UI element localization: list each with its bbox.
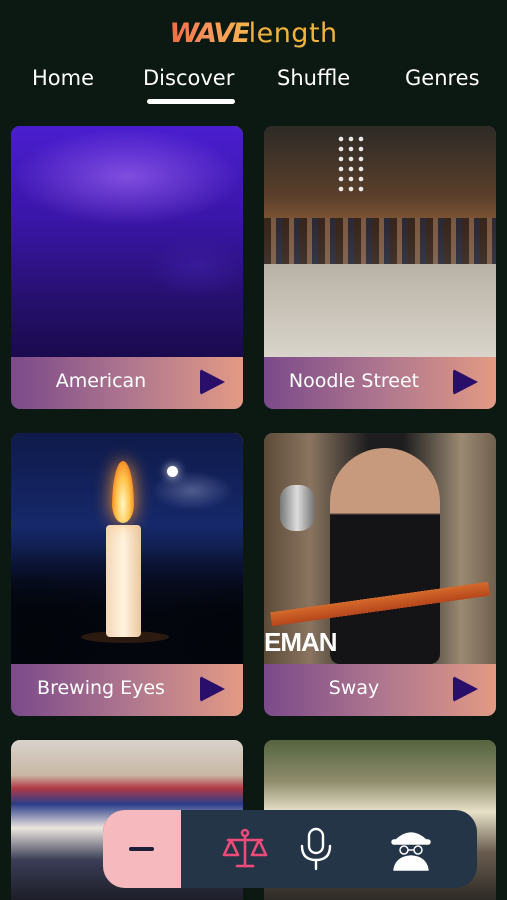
minus-button[interactable] xyxy=(103,810,181,888)
spy-icon[interactable] xyxy=(386,824,436,874)
card-thumbnail: EMAN xyxy=(264,433,496,664)
play-icon[interactable] xyxy=(453,369,478,395)
tab-home[interactable]: Home xyxy=(32,66,94,90)
app-logo: WAVElength xyxy=(0,18,507,49)
card-thumbnail xyxy=(264,126,496,357)
logo-length-text: length xyxy=(248,18,338,49)
bottom-action-bar xyxy=(103,810,477,888)
card-caption: Noodle Street xyxy=(264,357,496,409)
candle xyxy=(106,525,141,637)
card-title: Brewing Eyes xyxy=(37,677,165,699)
guitarist xyxy=(330,448,440,664)
play-icon[interactable] xyxy=(200,369,225,395)
card-caption: American xyxy=(11,357,243,409)
tab-genres[interactable]: Genres xyxy=(405,66,480,90)
card-caption: Sway xyxy=(264,664,496,716)
card-caption: Brewing Eyes xyxy=(11,664,243,716)
logo-wave-text: WAVE xyxy=(169,18,250,49)
song-card-brewing-eyes[interactable]: Brewing Eyes xyxy=(11,433,243,716)
candle-flame xyxy=(112,461,134,523)
card-title: Noodle Street xyxy=(288,370,420,392)
card-title: American xyxy=(55,370,147,392)
thumbnail-overlay-text: EMAN xyxy=(264,627,338,657)
card-thumbnail xyxy=(11,433,243,664)
moon xyxy=(167,466,178,477)
street-crowd xyxy=(264,218,496,264)
studio-microphone xyxy=(280,485,314,531)
active-tab-indicator xyxy=(147,99,235,104)
card-thumbnail xyxy=(11,126,243,357)
song-card-noodle-street[interactable]: Noodle Street xyxy=(264,126,496,409)
scale-icon[interactable] xyxy=(220,824,270,874)
microphone-icon[interactable] xyxy=(291,824,341,874)
tab-shuffle[interactable]: Shuffle xyxy=(277,66,350,90)
top-tabs: Home Discover Shuffle Genres xyxy=(0,66,507,110)
tab-discover[interactable]: Discover xyxy=(143,66,234,90)
card-title: Sway xyxy=(328,677,380,699)
play-icon[interactable] xyxy=(453,676,478,702)
minus-icon xyxy=(129,847,154,851)
song-card-american[interactable]: American xyxy=(11,126,243,409)
play-icon[interactable] xyxy=(200,676,225,702)
street-lights xyxy=(336,134,366,194)
song-card-sway[interactable]: EMAN Sway xyxy=(264,433,496,716)
